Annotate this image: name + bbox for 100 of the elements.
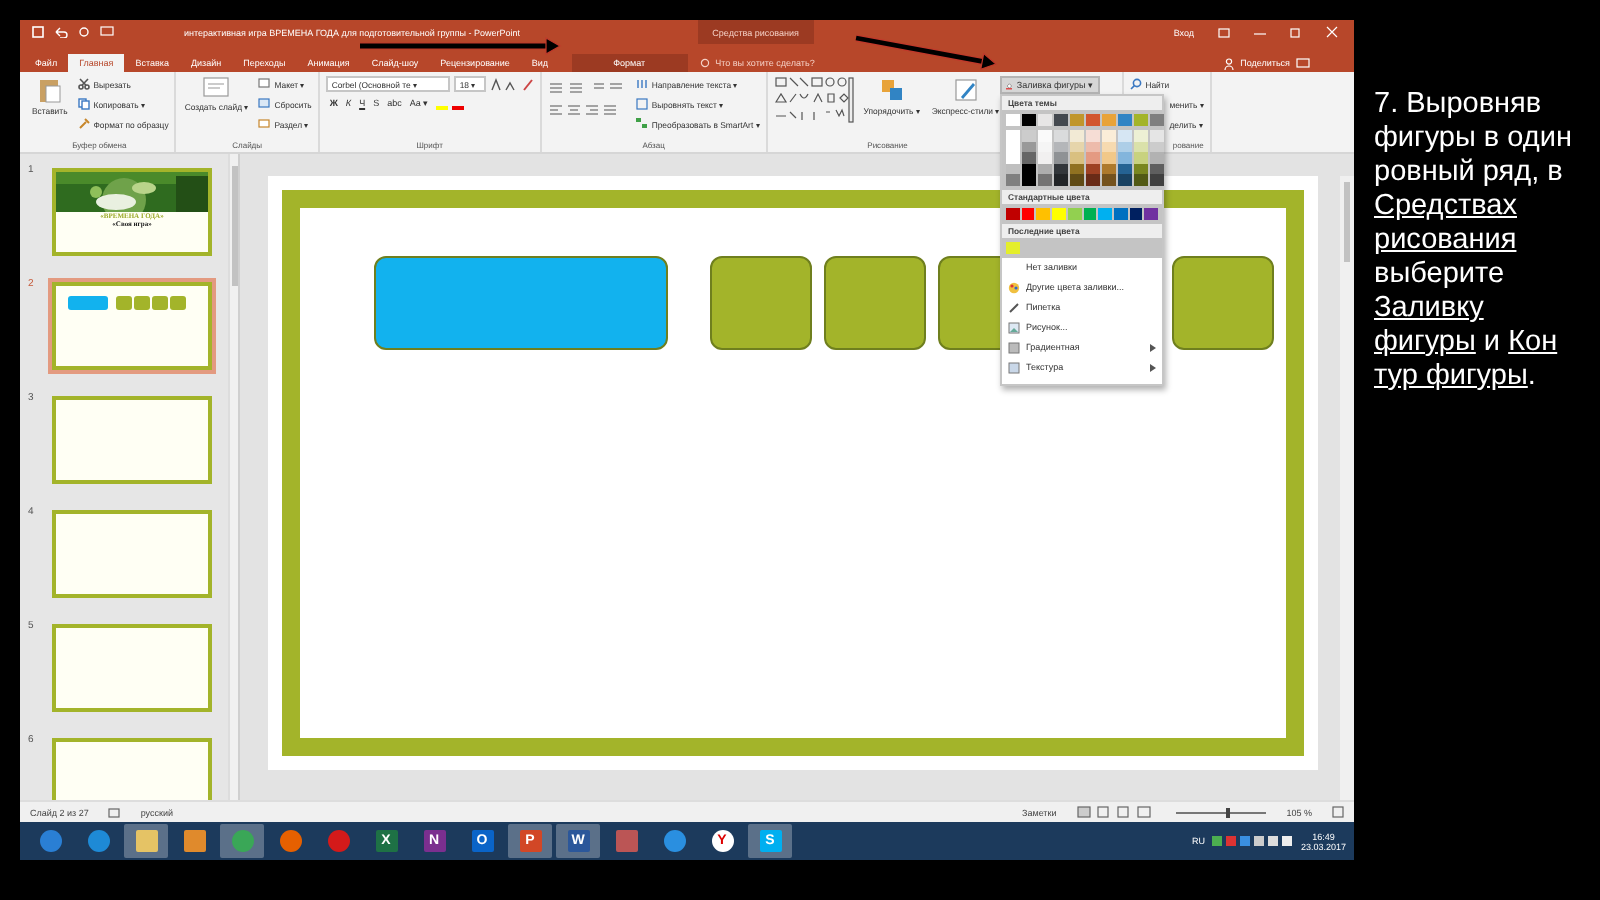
color-swatch[interactable]: [1006, 241, 1020, 253]
arrange-icon: [877, 76, 906, 104]
color-swatch[interactable]: [1022, 141, 1036, 152]
color-swatch[interactable]: [1036, 207, 1051, 219]
color-swatch[interactable]: [1083, 207, 1097, 219]
color-swatch[interactable]: [1038, 130, 1052, 141]
color-swatch[interactable]: [1070, 141, 1084, 152]
app-icon: [135, 830, 157, 852]
color-swatch[interactable]: [1102, 152, 1116, 163]
color-swatch[interactable]: [1070, 114, 1084, 126]
color-swatch[interactable]: [1022, 114, 1036, 126]
link[interactable]: тур фигуры: [1374, 360, 1528, 392]
slide-thumbnail[interactable]: [48, 506, 216, 602]
color-swatch[interactable]: [1134, 163, 1148, 174]
color-swatch[interactable]: [1134, 174, 1148, 185]
annotation-arrow: [854, 34, 998, 74]
brush-icon: [77, 118, 90, 130]
slide-thumbnail[interactable]: [48, 620, 216, 716]
view-buttons-icon: [1076, 806, 1157, 818]
color-swatch[interactable]: [1022, 130, 1036, 141]
color-swatch[interactable]: [1006, 174, 1020, 185]
color-swatch[interactable]: [1022, 174, 1036, 185]
color-swatch[interactable]: [1150, 152, 1164, 163]
color-swatch[interactable]: [1006, 130, 1020, 141]
color-swatch[interactable]: [1150, 174, 1164, 185]
palette-icon: [1008, 281, 1020, 293]
slide-thumbnail[interactable]: [48, 278, 216, 374]
smartart-icon: [635, 118, 648, 130]
color-swatch[interactable]: [1038, 141, 1052, 152]
color-swatch[interactable]: [1150, 163, 1164, 174]
rounded-square[interactable]: [1172, 256, 1274, 350]
color-swatch[interactable]: [1038, 152, 1052, 163]
color-swatch[interactable]: [1054, 141, 1068, 152]
color-swatch[interactable]: [1054, 163, 1068, 174]
color-swatch[interactable]: [1098, 207, 1112, 219]
color-swatch[interactable]: [1054, 130, 1068, 141]
color-swatch[interactable]: [1052, 207, 1066, 219]
color-swatch[interactable]: [1054, 152, 1068, 163]
color-swatch[interactable]: [1070, 163, 1084, 174]
color-swatch[interactable]: [1134, 114, 1148, 126]
color-swatch[interactable]: [1118, 152, 1132, 163]
minimize-icon: [1254, 27, 1266, 37]
color-swatch[interactable]: [1021, 207, 1035, 219]
color-swatch[interactable]: [1070, 130, 1084, 141]
color-swatch[interactable]: [1086, 163, 1100, 174]
color-swatch[interactable]: [1067, 207, 1082, 219]
color-swatch[interactable]: [1006, 152, 1020, 163]
color-swatch[interactable]: [1150, 141, 1164, 152]
restore-icon: [1290, 26, 1302, 38]
link[interactable]: рисования: [1374, 224, 1517, 256]
rounded-square[interactable]: [710, 256, 812, 350]
color-swatch[interactable]: [1102, 114, 1116, 126]
color-swatch[interactable]: [1150, 130, 1164, 141]
color-swatch[interactable]: [1006, 163, 1020, 174]
link[interactable]: Средствах: [1374, 190, 1517, 222]
text-direction-icon: [635, 78, 648, 90]
color-swatch[interactable]: [1086, 174, 1100, 185]
color-swatch[interactable]: [1118, 141, 1132, 152]
undo-icon: [54, 26, 68, 38]
color-swatch[interactable]: [1118, 130, 1132, 141]
app-icon: [87, 830, 109, 852]
rounded-square[interactable]: [824, 256, 926, 350]
taskbar-app-button[interactable]: [124, 824, 168, 858]
color-swatch[interactable]: [1129, 207, 1143, 219]
color-swatch[interactable]: [1022, 152, 1036, 163]
color-swatch[interactable]: [1118, 114, 1132, 126]
image-icon: [1008, 321, 1020, 333]
color-swatch[interactable]: [1022, 163, 1036, 174]
color-swatch[interactable]: [1070, 174, 1084, 185]
color-swatch[interactable]: [1134, 141, 1148, 152]
color-swatch[interactable]: [1054, 114, 1068, 126]
color-swatch[interactable]: [1102, 141, 1116, 152]
color-swatch[interactable]: [1086, 114, 1100, 126]
link[interactable]: Кон: [1508, 326, 1558, 358]
color-swatch[interactable]: [1102, 163, 1116, 174]
color-swatch[interactable]: [1150, 114, 1164, 126]
color-swatch[interactable]: [1113, 207, 1128, 219]
color-swatch[interactable]: [1118, 174, 1132, 185]
color-swatch[interactable]: [1038, 114, 1052, 126]
link[interactable]: фигуры: [1374, 326, 1476, 358]
color-swatch[interactable]: [1086, 130, 1100, 141]
link[interactable]: Заливку: [1374, 292, 1484, 324]
color-swatch[interactable]: [1038, 163, 1052, 174]
slide-thumbnail[interactable]: [48, 392, 216, 488]
color-swatch[interactable]: [1006, 207, 1020, 219]
submenu-arrow-icon: [1150, 343, 1156, 351]
color-swatch[interactable]: [1070, 152, 1084, 163]
color-swatch[interactable]: [1038, 174, 1052, 185]
lightbulb-icon: [699, 57, 710, 69]
color-swatch[interactable]: [1086, 141, 1100, 152]
color-swatch[interactable]: [1006, 114, 1020, 126]
color-swatch[interactable]: [1134, 130, 1148, 141]
color-swatch[interactable]: [1102, 174, 1116, 185]
color-swatch[interactable]: [1118, 163, 1132, 174]
color-swatch[interactable]: [1144, 207, 1159, 219]
color-swatch[interactable]: [1086, 152, 1100, 163]
color-swatch[interactable]: [1134, 152, 1148, 163]
rounded-rectangle[interactable]: [374, 256, 668, 350]
color-swatch[interactable]: [1102, 130, 1116, 141]
color-swatch[interactable]: [1054, 174, 1068, 185]
